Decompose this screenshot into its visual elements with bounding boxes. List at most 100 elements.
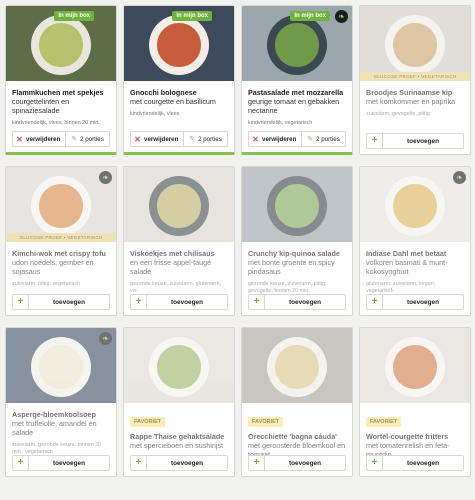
card-body: Asperge-bloemkoolsoep met truffelolie, am… bbox=[6, 403, 116, 456]
card-actions: + toevoegen bbox=[366, 294, 464, 310]
recipe-subtitle: en een frisse appel-taugé salade bbox=[130, 258, 212, 276]
recipe-title[interactable]: Viskoekjes met chilisaus bbox=[130, 249, 228, 258]
portions-button[interactable]: ✎ 2 porties bbox=[302, 132, 345, 146]
plus-icon: + bbox=[13, 456, 29, 470]
food-illustration bbox=[275, 23, 319, 67]
close-icon: ✕ bbox=[134, 134, 141, 144]
recipe-title[interactable]: Asperge-bloemkoolsoep bbox=[12, 410, 110, 419]
card-body: Viskoekjes met chilisaus en een frisse ap… bbox=[124, 242, 234, 295]
plus-icon: + bbox=[367, 134, 383, 148]
recipe-subtitle: udon noedels, gember en sojasaus bbox=[12, 258, 94, 276]
diet-ribbon: GLUCOSE PROEF • VEGETARISCH bbox=[6, 233, 116, 242]
recipe-image[interactable] bbox=[242, 167, 352, 242]
recipe-image[interactable]: In mijn box bbox=[124, 6, 234, 81]
card-body: Kimchi-wok met crispy tofu udon noedels, … bbox=[6, 242, 116, 288]
recipe-card[interactable]: FAVORIET Wortel-courgette fritters met tom… bbox=[359, 327, 471, 477]
plate-illustration bbox=[31, 176, 91, 236]
add-button[interactable]: + toevoegen bbox=[131, 295, 227, 309]
recipe-card[interactable]: ❧ Indiase Dahl met betaat volkoren basmati… bbox=[359, 166, 471, 316]
recipe-subtitle: met bonte groente en spicy pindasaus bbox=[248, 258, 335, 276]
food-illustration bbox=[157, 345, 201, 389]
recipe-tags: kindvriendelijk, vegetarisch bbox=[248, 120, 313, 126]
plate-illustration bbox=[149, 337, 209, 397]
recipe-title[interactable]: Pastasalade met mozzarella bbox=[248, 88, 346, 97]
recipe-image[interactable] bbox=[242, 328, 352, 403]
recipe-card[interactable]: In mijn box Flammkuchen met spekjes courge… bbox=[5, 5, 117, 155]
add-label: toevoegen bbox=[289, 298, 321, 306]
recipe-title[interactable]: Rappe Thaise gehaktsalade bbox=[130, 432, 228, 441]
plate-illustration bbox=[267, 337, 327, 397]
food-illustration bbox=[39, 184, 83, 228]
remove-label: verwijderen bbox=[26, 135, 61, 143]
add-label: toevoegen bbox=[53, 298, 85, 306]
recipe-image[interactable]: ❧ GLUCOSE PROEF • VEGETARISCH bbox=[6, 167, 116, 242]
in-box-badge: In mijn box bbox=[172, 11, 212, 21]
add-button[interactable]: + toevoegen bbox=[131, 456, 227, 470]
leaf-icon: ❧ bbox=[335, 10, 348, 23]
recipe-image[interactable] bbox=[360, 328, 470, 403]
recipe-tags: gezonde keuze, zuivelarm, pittig, gevoge… bbox=[248, 281, 327, 294]
pencil-icon: ✎ bbox=[71, 136, 78, 143]
in-box-badge: In mijn box bbox=[54, 11, 94, 21]
favorite-badge: FAVORIET bbox=[248, 417, 284, 427]
card-actions: + toevoegen bbox=[130, 294, 228, 310]
recipe-title[interactable]: Broodjes Surinaamse kip bbox=[366, 88, 464, 97]
recipe-card[interactable]: In mijn box Gnocchi bolognese met courgett… bbox=[123, 5, 235, 155]
recipe-title[interactable]: Flammkuchen met spekjes bbox=[12, 88, 110, 97]
recipe-subtitle: geurige tomaat en gebakken nectarine bbox=[248, 97, 340, 115]
recipe-title[interactable]: Orecchiette 'bagna cáuda' bbox=[248, 432, 346, 441]
recipe-tags: zuivelarm, pittig, vegetarisch bbox=[12, 281, 81, 287]
food-illustration bbox=[393, 345, 437, 389]
recipe-image[interactable] bbox=[124, 167, 234, 242]
remove-label: verwijderen bbox=[144, 135, 179, 143]
recipe-title[interactable]: Wortel-courgette fritters bbox=[366, 432, 464, 441]
add-button[interactable]: + toevoegen bbox=[367, 134, 463, 148]
remove-button[interactable]: ✕ verwijderen bbox=[249, 132, 302, 146]
recipe-image[interactable]: ❧ bbox=[6, 328, 116, 403]
recipe-title[interactable]: Kimchi-wok met crispy tofu bbox=[12, 249, 110, 258]
recipe-card[interactable]: GLUCOSE PROEF • VEGETARISCH Broodjes Suri… bbox=[359, 5, 471, 155]
add-button[interactable]: + toevoegen bbox=[367, 456, 463, 470]
plate-illustration bbox=[267, 15, 327, 75]
recipe-card[interactable]: In mijn box ❧ Pastasalade met mozzarella ge… bbox=[241, 5, 353, 155]
add-button[interactable]: + toevoegen bbox=[367, 295, 463, 309]
add-button[interactable]: + toevoegen bbox=[13, 456, 109, 470]
recipe-card[interactable]: Viskoekjes met chilisaus en een frisse ap… bbox=[123, 166, 235, 316]
recipe-image[interactable]: ❧ bbox=[360, 167, 470, 242]
recipe-title[interactable]: Indiase Dahl met betaat bbox=[366, 249, 464, 258]
card-body: Gnocchi bolognese met courgette en basili… bbox=[124, 81, 234, 118]
recipe-subtitle: met spercieboen en sushirijst bbox=[130, 441, 224, 450]
recipe-card[interactable]: ❧ Asperge-bloemkoolsoep met truffelolie, a… bbox=[5, 327, 117, 477]
leaf-icon: ❧ bbox=[453, 171, 466, 184]
portions-button[interactable]: ✎ 2 porties bbox=[184, 132, 227, 146]
pencil-icon: ✎ bbox=[189, 136, 196, 143]
add-button[interactable]: + toevoegen bbox=[249, 295, 345, 309]
recipe-image[interactable]: GLUCOSE PROEF • VEGETARISCH bbox=[360, 6, 470, 81]
recipe-card[interactable]: FAVORIET Orecchiette 'bagna cáuda' met ger… bbox=[241, 327, 353, 477]
recipe-title[interactable]: Crunchy kip-quinoa salade bbox=[248, 249, 346, 258]
recipe-card[interactable]: ❧ GLUCOSE PROEF • VEGETARISCH Kimchi-wok m… bbox=[5, 166, 117, 316]
recipe-image[interactable]: In mijn box ❧ bbox=[242, 6, 352, 81]
portions-button[interactable]: ✎ 2 porties bbox=[66, 132, 109, 146]
card-body: Flammkuchen met spekjes courgettelinten e… bbox=[6, 81, 116, 127]
add-button[interactable]: + toevoegen bbox=[249, 456, 345, 470]
food-illustration bbox=[39, 345, 83, 389]
close-icon: ✕ bbox=[16, 134, 23, 144]
recipe-card[interactable]: FAVORIET Rappe Thaise gehaktsalade met spe… bbox=[123, 327, 235, 477]
card-body: Pastasalade met mozzarella geurige tomaat… bbox=[242, 81, 352, 127]
remove-button[interactable]: ✕ verwijderen bbox=[131, 132, 184, 146]
add-label: toevoegen bbox=[407, 459, 439, 467]
add-button[interactable]: + toevoegen bbox=[13, 295, 109, 309]
leaf-icon: ❧ bbox=[99, 171, 112, 184]
recipe-card[interactable]: Crunchy kip-quinoa salade met bonte groen… bbox=[241, 166, 353, 316]
food-illustration bbox=[157, 184, 201, 228]
recipe-title[interactable]: Gnocchi bolognese bbox=[130, 88, 228, 97]
recipe-image[interactable]: In mijn box bbox=[6, 6, 116, 81]
food-illustration bbox=[39, 23, 83, 67]
remove-label: verwijderen bbox=[262, 135, 297, 143]
pencil-icon: ✎ bbox=[307, 136, 314, 143]
recipe-image[interactable] bbox=[124, 328, 234, 403]
remove-button[interactable]: ✕ verwijderen bbox=[13, 132, 66, 146]
card-actions: + toevoegen bbox=[248, 294, 346, 310]
plus-icon: + bbox=[367, 456, 383, 470]
